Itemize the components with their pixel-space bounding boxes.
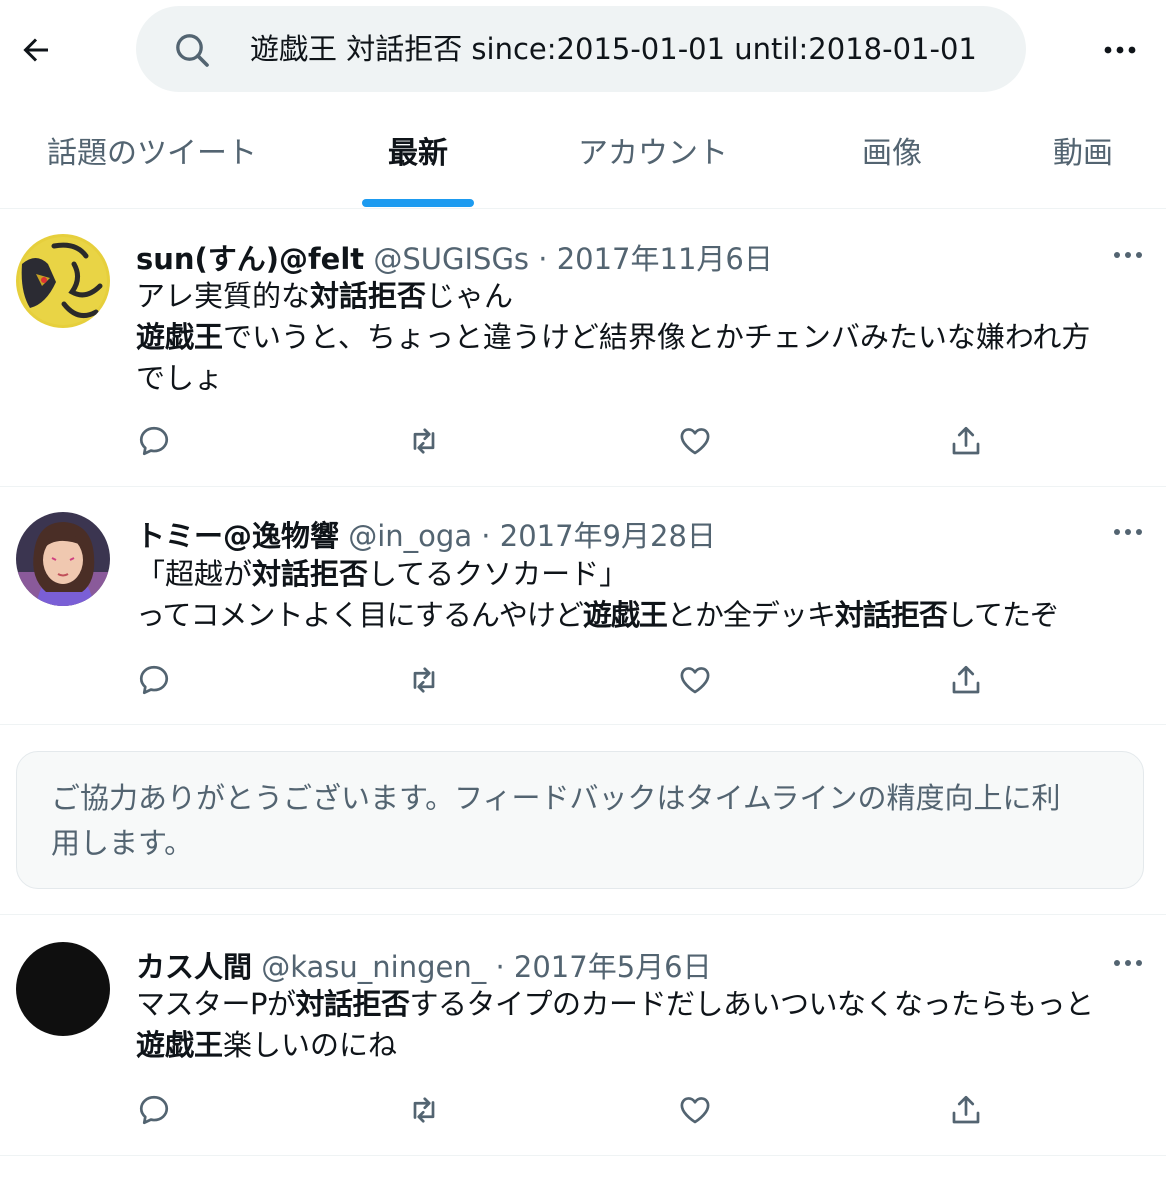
separator: · bbox=[529, 242, 557, 276]
back-button[interactable] bbox=[14, 28, 58, 72]
search-bar[interactable]: 遊戯王 対話拒否 since:2015-01-01 until:2018-01-… bbox=[136, 6, 1026, 92]
tweet-date[interactable]: 2017年5月6日 bbox=[514, 950, 712, 984]
tweet-text: アレ実質的な対話拒否じゃん 遊戯王でいうと、ちょっと違うけど結界像とかチェンバみ… bbox=[136, 276, 1146, 399]
retweet-icon bbox=[413, 667, 435, 693]
display-name[interactable]: sun(すん)@felt bbox=[136, 242, 364, 276]
reply-button[interactable] bbox=[129, 1085, 179, 1135]
user-handle[interactable]: @in_oga bbox=[348, 519, 472, 553]
more-horizontal-icon bbox=[1114, 252, 1142, 258]
share-icon bbox=[952, 1095, 980, 1124]
share-icon bbox=[952, 426, 980, 455]
more-horizontal-icon bbox=[1114, 529, 1142, 535]
tab-top[interactable]: 話題のツイート bbox=[30, 100, 274, 208]
feedback-notice: ご協力ありがとうございます。フィードバックはタイムラインの精度向上に利 用します… bbox=[16, 751, 1144, 889]
tweet[interactable]: トミー@逸物響 @in_oga · 2017年9月28日 「超越が対話拒否してる… bbox=[0, 487, 1166, 725]
tab-images[interactable]: 画像 bbox=[842, 100, 942, 208]
tweet-more-button[interactable] bbox=[1108, 240, 1148, 270]
like-button[interactable] bbox=[670, 416, 720, 466]
active-tab-indicator bbox=[362, 199, 474, 207]
tab-videos[interactable]: 動画 bbox=[1034, 100, 1132, 208]
tab-latest[interactable]: 最新 bbox=[362, 100, 474, 208]
avatar[interactable] bbox=[16, 234, 110, 328]
avatar-image bbox=[16, 512, 110, 606]
retweet-icon bbox=[413, 1097, 435, 1123]
reply-button[interactable] bbox=[129, 655, 179, 705]
separator: · bbox=[472, 519, 500, 553]
avatar[interactable] bbox=[16, 942, 110, 1036]
avatar[interactable] bbox=[16, 512, 110, 606]
tweet-actions bbox=[0, 1085, 1166, 1135]
tweet-actions bbox=[0, 416, 1166, 466]
reply-icon bbox=[139, 1095, 169, 1125]
tweet-line: 遊戯王楽しいのにね bbox=[136, 1028, 398, 1062]
tweet-header: トミー@逸物響 @in_oga · 2017年9月28日 bbox=[136, 513, 716, 555]
tweet-text: 「超越が対話拒否してるクソカード」 ってコメントよく目にするんやけど遊戯王とか全… bbox=[136, 554, 1146, 636]
user-handle[interactable]: @kasu_ningen_ bbox=[261, 950, 486, 984]
more-options-button[interactable] bbox=[1098, 30, 1142, 70]
feedback-text-line: 用します。 bbox=[51, 826, 194, 860]
tweet-line: アレ実質的な対話拒否じゃん bbox=[136, 279, 514, 313]
separator: · bbox=[486, 950, 514, 984]
user-handle[interactable]: @SUGISGs bbox=[373, 242, 529, 276]
retweet-button[interactable] bbox=[399, 1085, 449, 1135]
tweet-line: マスターPが対話拒否するタイプのカードだしあいついなくなったらもっと bbox=[136, 987, 1094, 1021]
reply-icon bbox=[139, 665, 169, 695]
tweet[interactable]: カス人間 @kasu_ningen_ · 2017年5月6日 マスターPが対話拒… bbox=[0, 915, 1166, 1156]
more-horizontal-icon bbox=[1104, 46, 1136, 54]
tweet-line: でしょ bbox=[136, 361, 224, 395]
like-button[interactable] bbox=[670, 655, 720, 705]
tweet-line: 「超越が対話拒否してるクソカード」 bbox=[136, 557, 629, 591]
search-input[interactable]: 遊戯王 対話拒否 since:2015-01-01 until:2018-01-… bbox=[250, 6, 977, 92]
avatar-image bbox=[16, 234, 110, 328]
retweet-button[interactable] bbox=[399, 655, 449, 705]
tab-accounts[interactable]: アカウント bbox=[560, 100, 746, 208]
retweet-button[interactable] bbox=[399, 416, 449, 466]
reply-button[interactable] bbox=[129, 416, 179, 466]
top-bar: 遊戯王 対話拒否 since:2015-01-01 until:2018-01-… bbox=[0, 0, 1166, 100]
more-horizontal-icon bbox=[1114, 960, 1142, 966]
display-name[interactable]: カス人間 bbox=[136, 950, 252, 984]
like-button[interactable] bbox=[670, 1085, 720, 1135]
tweet-header: カス人間 @kasu_ningen_ · 2017年5月6日 bbox=[136, 944, 712, 986]
display-name[interactable]: トミー@逸物響 bbox=[136, 519, 339, 553]
tweet-more-button[interactable] bbox=[1108, 517, 1148, 547]
feedback-text-line: ご協力ありがとうございます。フィードバックはタイムラインの精度向上に利 bbox=[51, 781, 1061, 815]
tweet-header: sun(すん)@felt @SUGISGs · 2017年11月6日 bbox=[136, 236, 773, 278]
tweet-text: マスターPが対話拒否するタイプのカードだしあいついなくなったらもっと 遊戯王楽し… bbox=[136, 984, 1146, 1066]
tweet-actions bbox=[0, 655, 1166, 705]
heart-icon bbox=[680, 428, 710, 455]
tweet-date[interactable]: 2017年9月28日 bbox=[500, 519, 716, 553]
retweet-icon bbox=[413, 428, 435, 454]
share-button[interactable] bbox=[941, 1085, 991, 1135]
reply-icon bbox=[139, 426, 169, 456]
tweet-line: ってコメントよく目にするんやけど遊戯王とか全デッキ対話拒否してたぞ bbox=[136, 598, 1059, 632]
search-tabs: 話題のツイート 最新 アカウント 画像 動画 bbox=[0, 100, 1166, 209]
search-icon bbox=[176, 34, 209, 67]
tweet[interactable]: sun(すん)@felt @SUGISGs · 2017年11月6日 アレ実質的… bbox=[0, 210, 1166, 487]
share-button[interactable] bbox=[941, 416, 991, 466]
heart-icon bbox=[680, 667, 710, 694]
tweet-more-button[interactable] bbox=[1108, 948, 1148, 978]
arrow-left-icon bbox=[23, 38, 48, 62]
tweet-line: 遊戯王でいうと、ちょっと違うけど結界像とかチェンバみたいな嫌われ方 bbox=[136, 320, 1091, 354]
share-button[interactable] bbox=[941, 655, 991, 705]
heart-icon bbox=[680, 1097, 710, 1124]
tweet-date[interactable]: 2017年11月6日 bbox=[557, 242, 773, 276]
share-icon bbox=[952, 665, 980, 694]
